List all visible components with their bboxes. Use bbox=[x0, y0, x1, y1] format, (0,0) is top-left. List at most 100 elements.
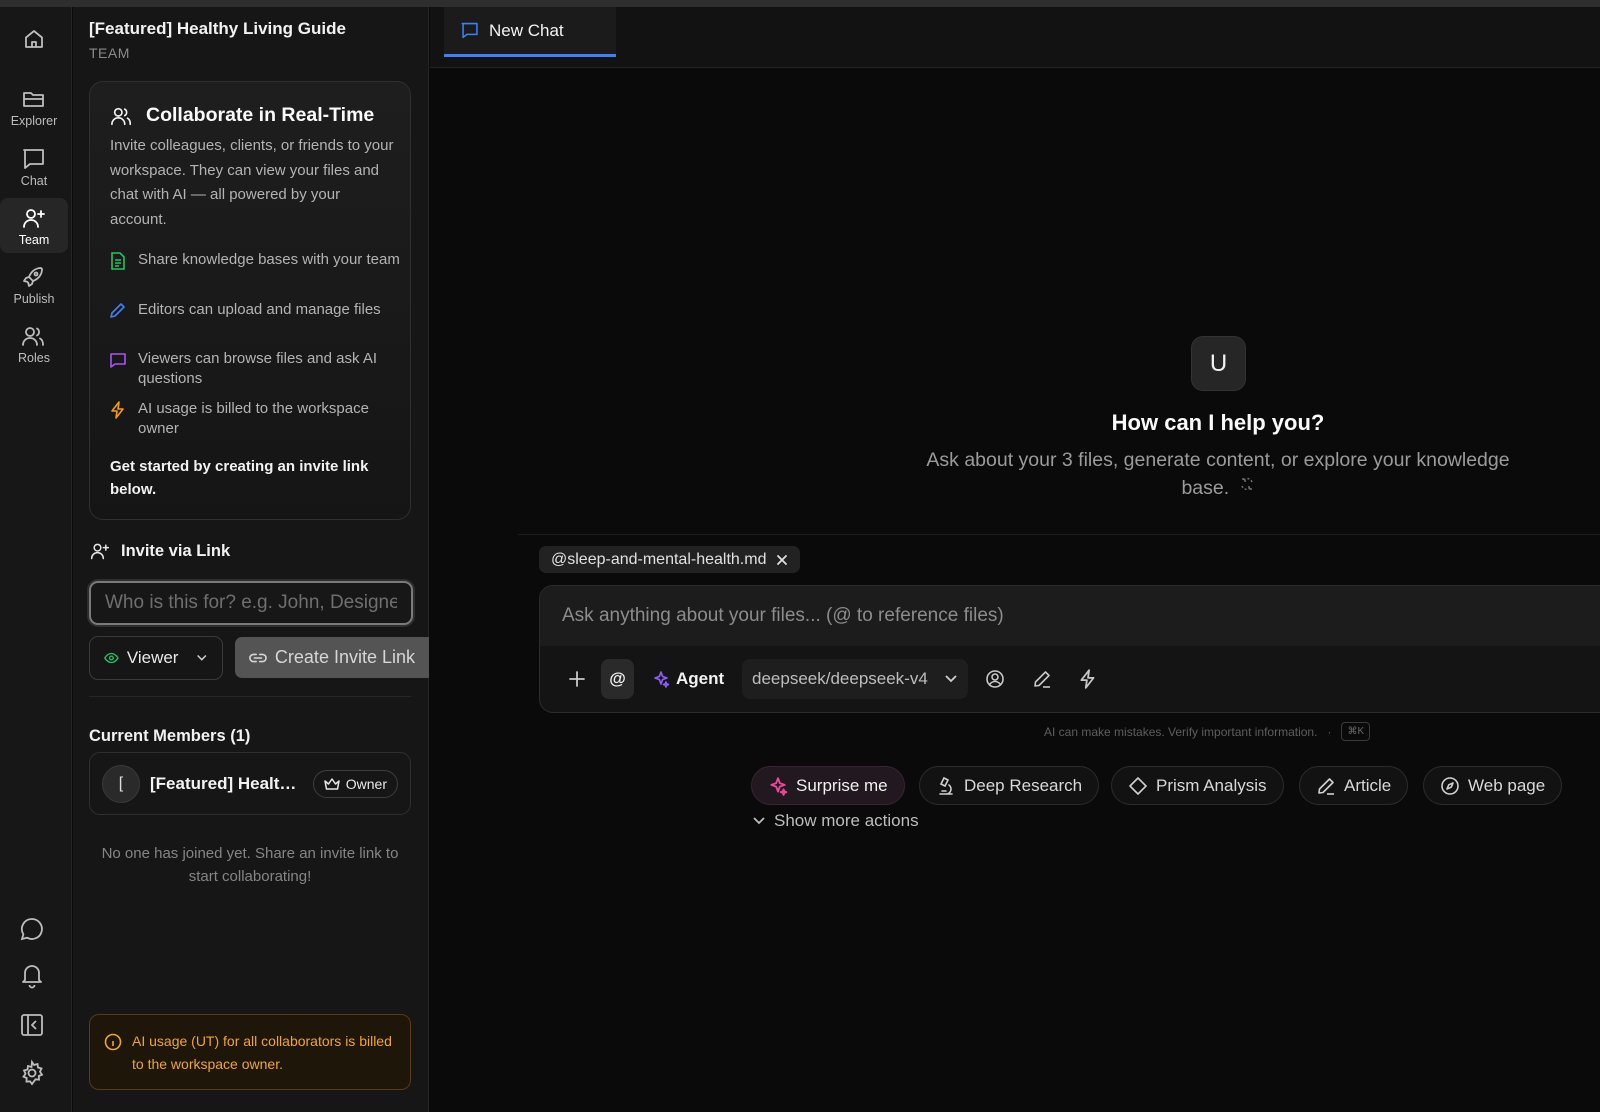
ai-disclaimer-text: AI can make mistakes. Verify important i… bbox=[1044, 724, 1318, 739]
mention-file-button[interactable]: @ bbox=[601, 659, 634, 699]
message-icon bbox=[110, 353, 126, 368]
window-top-bar bbox=[0, 0, 1600, 7]
billing-warning-text: AI usage (UT) for all collaborators is b… bbox=[132, 1033, 392, 1072]
assistant-avatar: U bbox=[1191, 336, 1246, 391]
chat-composer: @ Agent deepseek/deepseek-v4 bbox=[539, 585, 1600, 713]
rail-home[interactable] bbox=[0, 27, 68, 57]
refresh-icon[interactable] bbox=[1239, 476, 1255, 492]
bell-icon bbox=[22, 965, 42, 989]
feedback-button[interactable] bbox=[18, 915, 46, 943]
tab-new-chat[interactable]: New Chat bbox=[444, 7, 616, 57]
action-label: Prism Analysis bbox=[1156, 775, 1267, 795]
agent-mode-button[interactable]: Agent bbox=[652, 659, 724, 699]
dot-separator: · bbox=[1327, 724, 1332, 739]
member-row[interactable]: [ [Featured] Healthy Living Guide Owner bbox=[89, 752, 411, 815]
rail-publish[interactable]: Publish bbox=[0, 265, 68, 306]
show-more-actions-button[interactable]: Show more actions bbox=[752, 811, 919, 831]
user-circle-icon bbox=[986, 670, 1004, 688]
info-icon bbox=[104, 1033, 122, 1051]
action-web-page[interactable]: Web page bbox=[1423, 766, 1563, 805]
billing-warning: AI usage (UT) for all collaborators is b… bbox=[89, 1014, 411, 1090]
feature-item: Viewers can browse files and ask AI ques… bbox=[110, 349, 400, 389]
action-label: Article bbox=[1344, 775, 1392, 795]
create-invite-link-button[interactable]: Create Invite Link bbox=[235, 637, 429, 678]
chat-welcome-text: Ask about your 3 files, generate content… bbox=[926, 449, 1510, 499]
compass-icon bbox=[1441, 776, 1459, 795]
section-divider bbox=[89, 696, 411, 697]
message-circle-icon bbox=[20, 918, 43, 941]
collaborate-description: Invite colleagues, clients, or friends t… bbox=[110, 137, 394, 228]
invitee-name-input[interactable] bbox=[89, 581, 413, 625]
rail-chat[interactable]: Chat bbox=[0, 147, 68, 188]
document-icon bbox=[111, 252, 125, 270]
plus-icon bbox=[569, 671, 585, 687]
action-label: Deep Research bbox=[964, 775, 1083, 795]
collaborate-card: Collaborate in Real-Time Invite colleagu… bbox=[89, 81, 411, 520]
quick-actions-button[interactable] bbox=[1075, 659, 1101, 699]
home-icon bbox=[25, 30, 43, 48]
feature-text: Share knowledge bases with your team bbox=[138, 251, 400, 268]
feature-item: Editors can upload and manage files bbox=[110, 300, 400, 320]
persona-button[interactable] bbox=[982, 659, 1008, 699]
eye-icon bbox=[104, 652, 119, 664]
model-select[interactable]: deepseek/deepseek-v4 bbox=[742, 659, 968, 699]
add-attachment-button[interactable] bbox=[562, 659, 592, 699]
feature-text: Editors can upload and manage files bbox=[138, 301, 381, 318]
tab-label: New Chat bbox=[489, 20, 564, 40]
shortcut-hint: ⌘K bbox=[1341, 722, 1371, 741]
action-label: Web page bbox=[1468, 775, 1546, 795]
workspace-subtitle: TEAM bbox=[89, 45, 130, 61]
icon-rail: Explorer Chat Team Publish Roles bbox=[0, 7, 72, 1112]
rail-team[interactable]: Team bbox=[0, 198, 68, 253]
feature-text: Viewers can browse files and ask AI ques… bbox=[138, 350, 378, 387]
chat-input[interactable] bbox=[540, 586, 1600, 646]
role-select-value: Viewer bbox=[126, 648, 179, 667]
rail-explorer[interactable]: Explorer bbox=[0, 87, 68, 128]
avatar: [ bbox=[102, 764, 140, 803]
rail-label: Explorer bbox=[10, 114, 58, 128]
tab-bar: New Chat bbox=[430, 7, 1600, 68]
chat-icon bbox=[461, 22, 478, 39]
chevron-down-icon bbox=[945, 675, 957, 683]
referenced-file-chip: @sleep-and-mental-health.md bbox=[539, 546, 801, 573]
members-heading: Current Members (1) bbox=[89, 727, 251, 745]
action-prism-analysis[interactable]: Prism Analysis bbox=[1111, 766, 1284, 805]
role-select[interactable]: Viewer bbox=[89, 636, 223, 680]
chat-icon bbox=[23, 149, 44, 169]
pen-icon bbox=[1318, 777, 1334, 795]
users-icon bbox=[22, 327, 44, 346]
bolt-icon bbox=[1080, 669, 1095, 689]
feature-item: AI usage is billed to the workspace owne… bbox=[110, 399, 400, 439]
action-article[interactable]: Article bbox=[1299, 766, 1409, 805]
owner-badge-label: Owner bbox=[345, 775, 387, 792]
action-deep-research[interactable]: Deep Research bbox=[919, 766, 1100, 805]
gear-icon bbox=[22, 1059, 44, 1086]
bolt-icon bbox=[111, 401, 124, 419]
chat-welcome-title: How can I help you? bbox=[1111, 410, 1325, 435]
rail-roles[interactable]: Roles bbox=[0, 324, 68, 365]
referenced-file-name: @sleep-and-mental-health.md bbox=[551, 550, 767, 568]
close-icon[interactable] bbox=[776, 554, 788, 566]
chevron-down-icon bbox=[753, 817, 765, 825]
notifications-button[interactable] bbox=[18, 961, 46, 989]
user-plus-icon bbox=[90, 543, 110, 560]
sparkles-icon bbox=[770, 776, 788, 796]
action-label: Surprise me bbox=[796, 775, 888, 795]
team-panel: [Featured] Healthy Living Guide TEAM Col… bbox=[73, 7, 429, 1112]
diamond-icon bbox=[1129, 776, 1147, 795]
collapse-sidebar-button[interactable] bbox=[18, 1011, 46, 1039]
pen-icon bbox=[1034, 671, 1050, 688]
settings-button[interactable] bbox=[18, 1059, 46, 1087]
edit-prompt-button[interactable] bbox=[1029, 659, 1055, 699]
feature-text: AI usage is billed to the workspace owne… bbox=[138, 400, 369, 437]
pencil-icon bbox=[110, 303, 125, 318]
workspace-title: [Featured] Healthy Living Guide bbox=[89, 19, 346, 38]
ai-disclaimer: AI can make mistakes. Verify important i… bbox=[1044, 722, 1371, 741]
rail-label: Chat bbox=[20, 174, 48, 188]
rail-label: Team bbox=[18, 233, 50, 247]
action-surprise-me[interactable]: Surprise me bbox=[751, 766, 905, 805]
folder-icon bbox=[23, 92, 44, 107]
collaborate-cta: Get started by creating an invite link b… bbox=[110, 458, 369, 498]
invite-heading: Invite via Link bbox=[89, 541, 230, 561]
model-select-value: deepseek/deepseek-v4 bbox=[752, 669, 928, 688]
